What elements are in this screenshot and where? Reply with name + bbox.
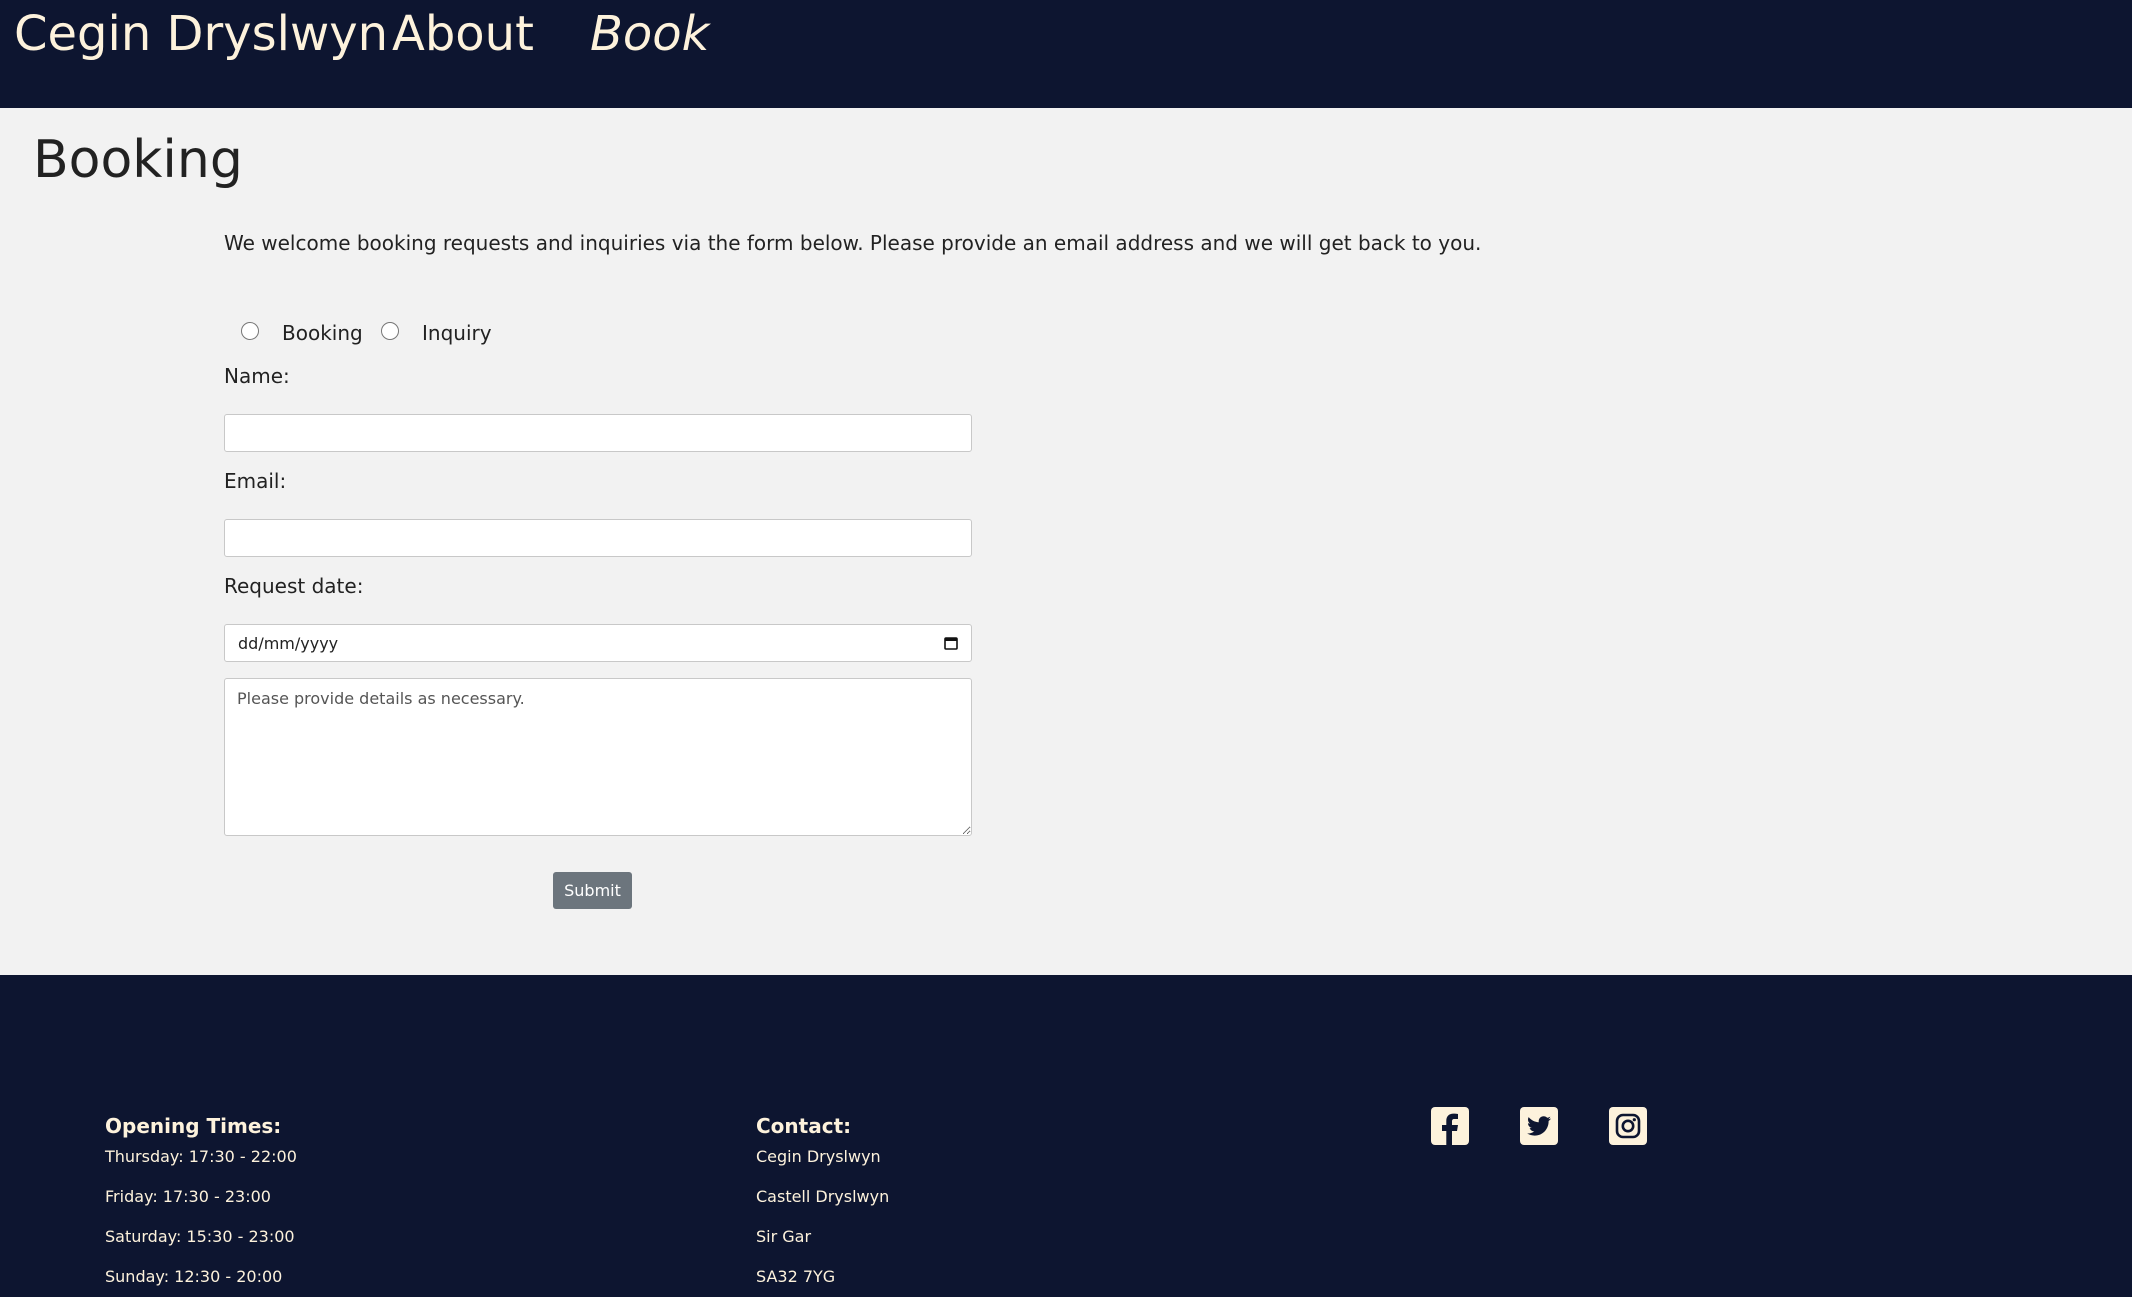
page-title: Booking xyxy=(33,130,243,190)
opening-time-line: Friday: 17:30 - 23:00 xyxy=(105,1187,271,1206)
opening-time-line: Saturday: 15:30 - 23:00 xyxy=(105,1227,295,1246)
booking-radio-label[interactable]: Booking xyxy=(282,320,363,346)
nav-brand-link[interactable]: Cegin Dryslwyn xyxy=(14,6,388,62)
details-textarea[interactable] xyxy=(224,678,972,836)
contact-line: Castell Dryslwyn xyxy=(756,1187,890,1206)
opening-time-line: Sunday: 12:30 - 20:00 xyxy=(105,1267,283,1286)
email-label: Email: xyxy=(224,469,287,493)
contact-heading: Contact: xyxy=(756,1114,852,1138)
opening-times-heading: Opening Times: xyxy=(105,1114,282,1138)
opening-time-line: Thursday: 17:30 - 22:00 xyxy=(105,1147,297,1166)
contact-line: Sir Gar xyxy=(756,1227,812,1246)
main-content: Booking We welcome booking requests and … xyxy=(0,108,2132,975)
request-date-input[interactable]: dd/mm/yyyy xyxy=(224,624,972,662)
top-navigation-bar: Cegin Dryslwyn About Book xyxy=(0,0,2132,108)
date-placeholder: dd/mm/yyyy xyxy=(238,634,339,653)
request-date-label: Request date: xyxy=(224,574,364,598)
name-label: Name: xyxy=(224,364,290,388)
footer: Opening Times: Thursday: 17:30 - 22:00 F… xyxy=(0,975,2132,1297)
booking-radio[interactable] xyxy=(241,322,259,340)
instagram-icon[interactable] xyxy=(1609,1107,1647,1145)
submit-button[interactable]: Submit xyxy=(553,872,632,909)
contact-line: SA32 7YG xyxy=(756,1267,836,1286)
nav-about-link[interactable]: About xyxy=(392,6,534,62)
nav-book-link[interactable]: Book xyxy=(590,6,709,62)
intro-text: We welcome booking requests and inquirie… xyxy=(224,231,1482,255)
inquiry-radio[interactable] xyxy=(381,322,399,340)
calendar-icon[interactable] xyxy=(944,636,958,650)
facebook-icon[interactable] xyxy=(1431,1107,1469,1145)
email-input[interactable] xyxy=(224,519,972,557)
contact-line: Cegin Dryslwyn xyxy=(756,1147,881,1166)
twitter-icon[interactable] xyxy=(1520,1107,1558,1145)
name-input[interactable] xyxy=(224,414,972,452)
inquiry-radio-label[interactable]: Inquiry xyxy=(422,320,492,346)
